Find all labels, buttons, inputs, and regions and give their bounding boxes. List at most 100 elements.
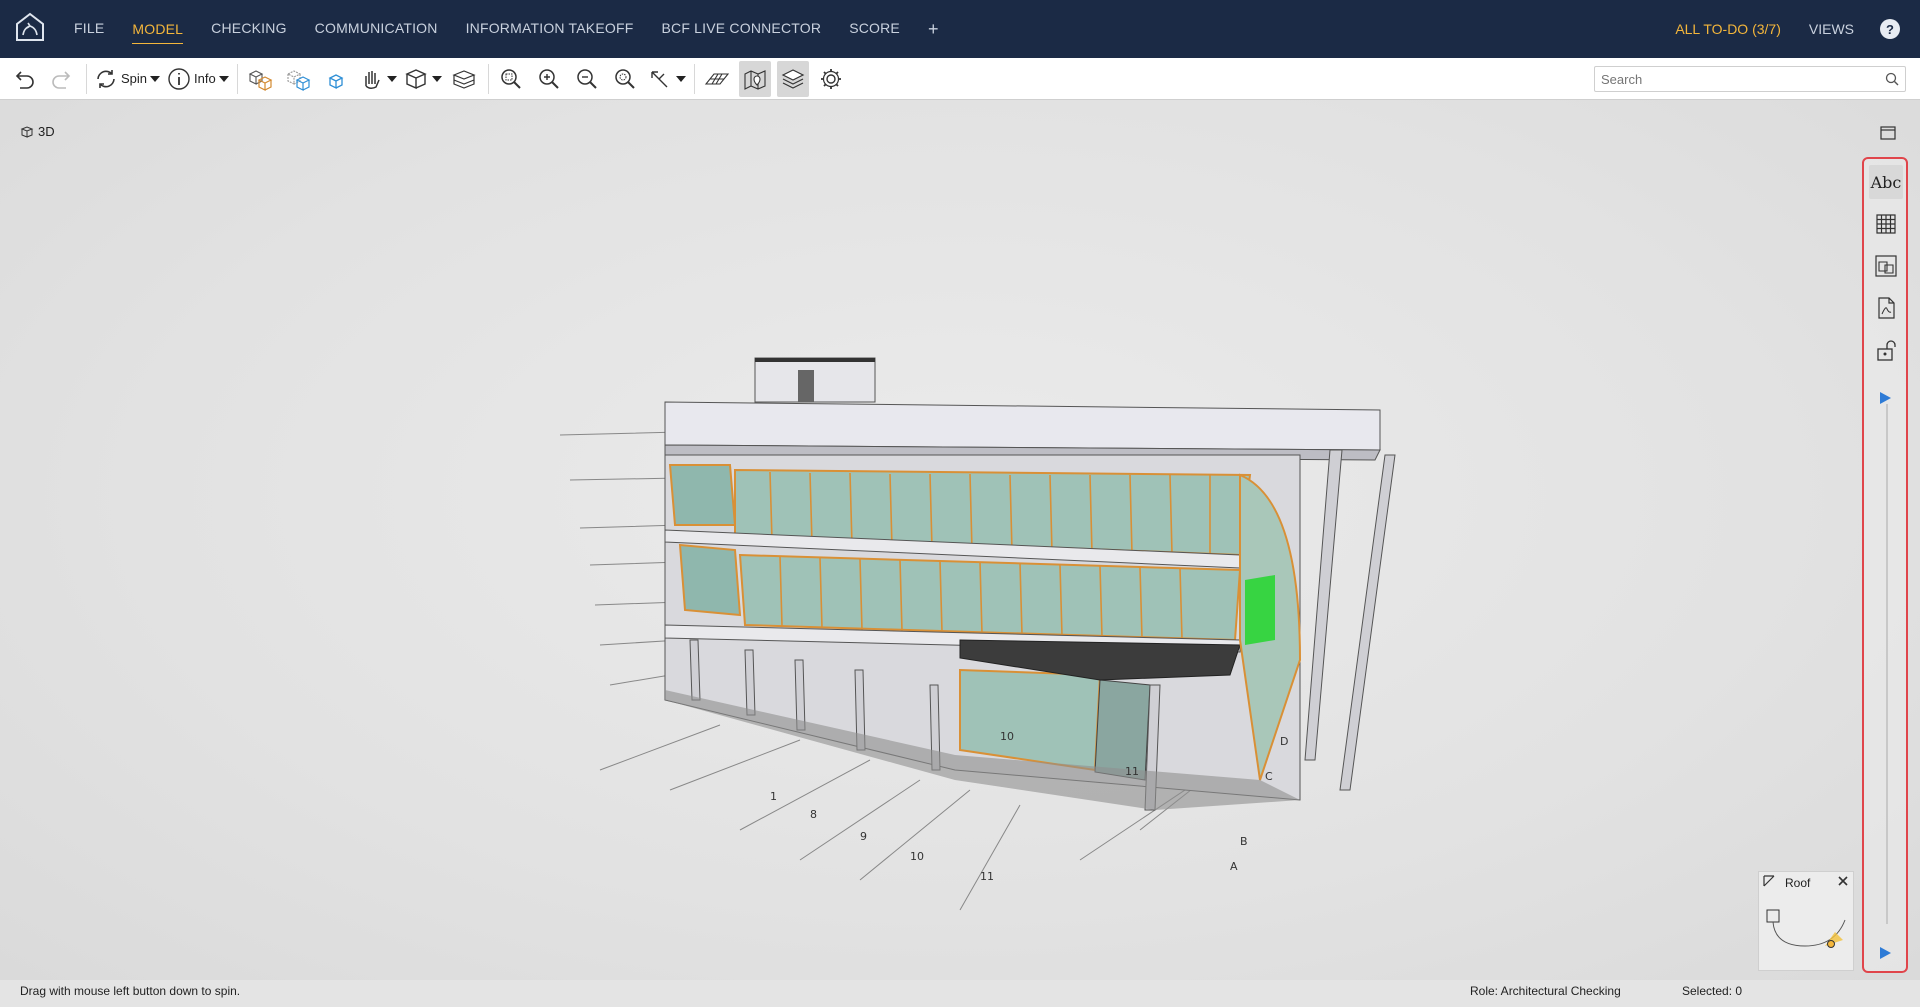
menu-score[interactable]: SCORE <box>849 14 900 44</box>
map-pin-icon <box>744 69 766 90</box>
compare-button[interactable] <box>1869 249 1903 283</box>
menu-information-takeoff[interactable]: INFORMATION TAKEOFF <box>466 14 634 44</box>
hide-objects-button[interactable] <box>282 61 314 97</box>
toolbar-separator <box>236 63 238 94</box>
text-annotation-button[interactable]: Abc <box>1869 165 1903 199</box>
all-todo-link[interactable]: ALL TO-DO (3/7) <box>1675 21 1781 37</box>
building-3d-model[interactable]: 11 10 9 8 1 A B C D 10 11 <box>540 340 1400 920</box>
pdf-export-button[interactable] <box>1869 291 1903 325</box>
view-label-text: 3D <box>38 124 55 139</box>
zoom-out-icon <box>576 68 597 89</box>
redo-icon <box>52 70 71 89</box>
cubes-orange-icon <box>248 69 273 91</box>
pdf-icon <box>1878 297 1895 319</box>
expand-icon[interactable] <box>1763 875 1775 887</box>
close-icon[interactable] <box>1837 875 1849 887</box>
box-view-dropdown[interactable] <box>403 61 442 97</box>
section-plane-icon <box>452 69 476 89</box>
info-icon <box>168 67 190 90</box>
grid-label: 11 <box>980 870 994 883</box>
spin-mode-dropdown[interactable]: Spin <box>93 61 161 97</box>
grid-label: C <box>1265 770 1273 783</box>
add-tab-button[interactable]: + <box>928 19 939 40</box>
section-box-button[interactable] <box>448 61 480 97</box>
toolbar-separator <box>487 63 489 94</box>
right-tool-panel: Abc <box>1862 157 1908 973</box>
mini-navigator: Roof <box>1758 871 1854 971</box>
help-icon[interactable]: ? <box>1880 19 1900 39</box>
cubes-blue-icon <box>286 69 311 91</box>
status-hint: Drag with mouse left button down to spin… <box>20 984 241 998</box>
compare-icon <box>1875 255 1897 277</box>
undo-icon <box>15 70 34 89</box>
nav-right-group: ALL TO-DO (3/7) VIEWS ? <box>1675 0 1900 58</box>
grid-label: D <box>1280 735 1288 748</box>
zoom-out-button[interactable] <box>571 61 603 97</box>
spin-icon <box>97 69 115 88</box>
view-type-label: 3D <box>20 124 55 139</box>
status-selected-count: Selected: 0 <box>1682 984 1743 998</box>
home-logo-icon[interactable] <box>14 11 46 43</box>
cube-blue-icon <box>328 73 344 89</box>
text-tool-label: Abc <box>1870 172 1902 192</box>
chevron-down-icon <box>675 75 686 82</box>
search-icon[interactable] <box>1885 72 1899 86</box>
cube-icon <box>20 125 34 138</box>
settings-button[interactable] <box>815 61 847 97</box>
status-role: Role: Architectural Checking <box>1470 984 1621 998</box>
menu-model[interactable]: MODEL <box>132 15 184 44</box>
unlock-button[interactable] <box>1869 333 1903 367</box>
level-slider-top-handle[interactable] <box>1880 392 1891 404</box>
level-slider-bottom-handle[interactable] <box>1880 947 1891 959</box>
main-menu: FILE MODEL CHECKING COMMUNICATION INFORM… <box>74 0 939 58</box>
grid-label: 1 <box>770 790 777 803</box>
info-dropdown[interactable]: Info <box>166 61 229 97</box>
zoom-extent-icon <box>500 68 521 89</box>
zoom-all-button[interactable] <box>495 61 527 97</box>
grid-label: 11 <box>1125 765 1139 778</box>
chevron-down-icon <box>218 75 229 82</box>
floor-grid-icon <box>704 72 729 85</box>
spin-label: Spin <box>121 71 148 86</box>
views-link[interactable]: VIEWS <box>1809 21 1854 37</box>
zoom-selection-button[interactable] <box>609 61 641 97</box>
hand-select-dropdown[interactable] <box>358 61 397 97</box>
status-bar: Drag with mouse left button down to spin… <box>0 980 1920 1007</box>
window-layout-icon[interactable] <box>1880 126 1896 140</box>
zoom-in-button[interactable] <box>533 61 565 97</box>
grid-label: B <box>1240 835 1248 848</box>
search-box[interactable] <box>1594 66 1906 92</box>
grid-icon <box>1876 214 1896 234</box>
show-all-objects-button[interactable] <box>244 61 276 97</box>
isolate-objects-button[interactable] <box>320 61 352 97</box>
grid-label: 10 <box>910 850 924 863</box>
chevron-down-icon <box>431 75 442 82</box>
grid-label: 10 <box>1000 730 1014 743</box>
menu-file[interactable]: FILE <box>74 14 104 44</box>
toolbar-separator <box>86 63 87 94</box>
zoom-in-icon <box>538 68 559 89</box>
measure-icon <box>651 70 668 87</box>
redo-button[interactable] <box>46 61 78 97</box>
measure-dropdown[interactable] <box>647 61 686 97</box>
gear-icon <box>820 68 841 89</box>
menu-bcf-live-connector[interactable]: BCF LIVE CONNECTOR <box>661 14 821 44</box>
grid-label: A <box>1230 860 1238 873</box>
chevron-down-icon <box>150 75 161 82</box>
layers-icon <box>781 68 805 89</box>
menu-checking[interactable]: CHECKING <box>211 14 287 44</box>
search-input[interactable] <box>1595 67 1865 91</box>
navigator-map[interactable] <box>1765 906 1849 958</box>
undo-button[interactable] <box>8 61 40 97</box>
grid-label: 9 <box>860 830 867 843</box>
floor-plan-button[interactable] <box>701 61 733 97</box>
zoom-selection-icon <box>614 68 635 89</box>
level-slider-track[interactable] <box>1886 404 1888 924</box>
chevron-down-icon <box>386 75 397 82</box>
grid-toggle-button[interactable] <box>1869 207 1903 241</box>
menu-communication[interactable]: COMMUNICATION <box>315 14 438 44</box>
hand-icon <box>364 70 380 89</box>
map-view-toggle[interactable] <box>738 60 771 97</box>
layers-toggle[interactable] <box>776 60 809 97</box>
navigator-title: Roof <box>1785 876 1811 890</box>
